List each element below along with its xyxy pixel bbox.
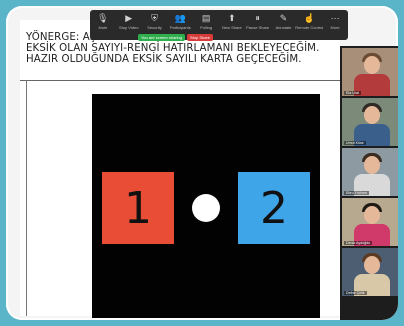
remote-control-button[interactable]: ☝ Remote Control — [295, 13, 323, 30]
shared-slide: YÖNERGE: AŞAĞIDAKİ KARTLARI ... GÖSTEREC… — [20, 20, 340, 318]
pause-icon: ⏸ — [255, 13, 260, 23]
pause-share-button[interactable]: ⏸ Pause Share — [246, 13, 270, 30]
center-dot — [192, 194, 220, 222]
participant-face — [364, 256, 380, 274]
number-card-blue: 2 — [238, 172, 310, 244]
participant-name: Deniz Aydoğdu — [344, 241, 373, 245]
stop-share-button[interactable]: Stop Share — [187, 33, 214, 41]
stop-video-button[interactable]: ▶ Stop Video — [117, 13, 141, 30]
new-share-button[interactable]: ⬆ New Share — [220, 13, 244, 30]
polling-button[interactable]: ▤ Polling — [194, 13, 218, 30]
sharing-status-badge: You are screen sharing — [138, 33, 185, 41]
share-status-bar: You are screen sharing Stop Share — [138, 33, 278, 41]
shield-icon: ⛨ — [151, 13, 158, 23]
security-button[interactable]: ⛨ Security — [142, 13, 166, 30]
participant-gallery: Ela Ural Umut Köse Ebru Yıldırım Deniz A… — [340, 46, 398, 320]
participant-face — [364, 156, 380, 174]
participants-button[interactable]: 👥 Participants — [168, 13, 192, 30]
more-icon: ⋯ — [330, 13, 340, 23]
share-screen-icon: ⬆ — [228, 13, 236, 23]
number-card-red: 1 — [102, 172, 174, 244]
mute-button[interactable]: 🎙 Mute — [91, 13, 115, 30]
annotate-button[interactable]: ✎ Annotate — [271, 13, 295, 30]
participant-tile[interactable]: Defne Çelik — [342, 248, 398, 296]
participant-name: Umut Köse — [344, 141, 366, 145]
card-stage: 1 2 — [92, 94, 320, 318]
participant-face — [364, 56, 380, 74]
participant-face — [364, 206, 380, 224]
participant-tile[interactable]: Ela Ural — [342, 48, 398, 96]
slide-divider-vertical — [26, 80, 27, 316]
participant-tile[interactable]: Deniz Aydoğdu — [342, 198, 398, 246]
window-frame: YÖNERGE: AŞAĞIDAKİ KARTLARI ... GÖSTEREC… — [6, 6, 398, 320]
participant-face — [364, 106, 380, 124]
participants-icon: 👥 — [174, 13, 186, 23]
participant-tile[interactable]: Umut Köse — [342, 98, 398, 146]
participant-name: Ebru Yıldırım — [344, 191, 369, 195]
more-button[interactable]: ⋯ More — [323, 13, 347, 30]
video-camera-icon: ▶ — [125, 13, 133, 23]
participant-name: Ela Ural — [344, 91, 361, 95]
poll-icon: ▤ — [201, 13, 211, 23]
microphone-icon: 🎙 — [97, 13, 109, 23]
pencil-icon: ✎ — [279, 13, 288, 23]
participant-name: Defne Çelik — [344, 291, 367, 295]
remote-control-icon: ☝ — [303, 13, 315, 23]
slide-divider-horizontal — [20, 80, 340, 81]
participant-tile[interactable]: Ebru Yıldırım — [342, 148, 398, 196]
